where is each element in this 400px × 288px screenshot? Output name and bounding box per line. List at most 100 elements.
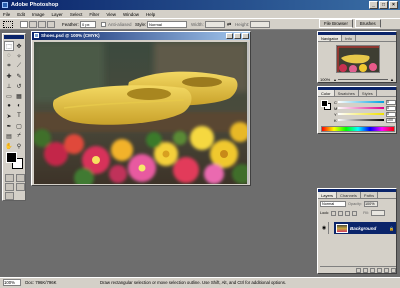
doc-minimize-button[interactable] (226, 33, 233, 39)
navigator-thumbnail[interactable] (336, 45, 380, 73)
doc-close-button[interactable] (242, 33, 249, 39)
blend-mode-select[interactable]: Normal (320, 201, 346, 207)
swap-dimensions-icon[interactable]: ⇄ (227, 22, 231, 28)
dodge-tool-icon[interactable]: ◐ (14, 101, 24, 111)
menu-view[interactable]: View (106, 12, 116, 17)
jump-to-imageready-button[interactable] (5, 192, 14, 200)
move-tool-icon[interactable]: ✥ (14, 41, 24, 51)
new-selection-icon[interactable] (20, 21, 28, 28)
layer-mask-button[interactable] (363, 268, 368, 273)
tab-paths[interactable]: Paths (361, 192, 379, 198)
shape-tool-icon[interactable]: ▢ (14, 121, 24, 131)
tab-info[interactable]: Info (342, 35, 356, 41)
eraser-tool-icon[interactable]: ▭ (4, 91, 14, 101)
eyedropper-tool-icon[interactable]: ⌿ (14, 131, 24, 141)
new-set-button[interactable] (370, 268, 375, 273)
standard-mode-button[interactable] (5, 174, 14, 182)
menu-file[interactable]: File (3, 12, 10, 17)
tab-brushes[interactable]: Brushes (354, 19, 381, 28)
lock-all-icon[interactable] (352, 210, 358, 216)
zoom-out-icon[interactable]: ▴ (334, 77, 336, 82)
status-zoom[interactable]: 100% (3, 279, 21, 287)
tab-swatches[interactable]: Swatches (335, 90, 359, 96)
feather-input[interactable]: 0 px (80, 21, 96, 28)
document-canvas[interactable] (34, 42, 248, 184)
menu-image[interactable]: Image (32, 12, 45, 17)
tab-styles[interactable]: Styles (359, 90, 377, 96)
quick-mask-button[interactable] (16, 174, 25, 182)
opacity-input[interactable]: 100% (363, 201, 378, 207)
lock-position-icon[interactable] (345, 210, 351, 216)
status-doc-size[interactable]: Doc: 796K/796K (25, 278, 56, 288)
menu-window[interactable]: Window (123, 12, 139, 17)
fill-input[interactable] (370, 210, 385, 216)
width-input[interactable] (205, 21, 225, 28)
channel-k-slider[interactable] (338, 119, 384, 121)
gradient-tool-icon[interactable]: ▦ (14, 91, 24, 101)
intersect-selection-icon[interactable] (47, 21, 55, 28)
delete-layer-button[interactable] (391, 268, 396, 273)
blur-tool-icon[interactable]: ● (4, 101, 14, 111)
style-select[interactable]: Normal (147, 21, 187, 28)
menu-filter[interactable]: Filter (89, 12, 99, 17)
add-selection-icon[interactable] (29, 21, 37, 28)
history-brush-tool-icon[interactable]: ↺ (14, 81, 24, 91)
menu-help[interactable]: Help (146, 12, 155, 17)
new-layer-button[interactable] (384, 268, 389, 273)
color-foreground-swatch[interactable] (321, 100, 328, 107)
marquee-tool-preset-icon[interactable] (3, 21, 13, 28)
color-ramp[interactable] (321, 126, 395, 132)
slice-tool-icon[interactable]: ⟋ (14, 61, 24, 71)
layer-visibility-eye-icon[interactable]: ◉ (320, 222, 328, 234)
brush-tool-icon[interactable]: ✎ (14, 71, 24, 81)
tab-navigator[interactable]: Navigator (318, 35, 343, 41)
layer-row-background[interactable]: ◉ Background 🔒 (320, 222, 396, 234)
channel-m-slider[interactable] (338, 107, 384, 109)
type-tool-icon[interactable]: T (14, 111, 24, 121)
close-button[interactable]: × (389, 1, 398, 9)
navigator-zoom-value[interactable]: 100% (320, 77, 332, 82)
tab-layers[interactable]: Layers (318, 192, 338, 198)
pen-tool-icon[interactable]: ✒ (4, 121, 14, 131)
tab-file-browser[interactable]: File Browser (319, 19, 353, 28)
menu-edit[interactable]: Edit (17, 12, 25, 17)
document-titlebar[interactable]: Shoes.psd @ 100% (CMYK) (32, 32, 250, 40)
tab-color[interactable]: Color (318, 90, 335, 96)
lasso-tool-icon[interactable]: ◌ (4, 51, 14, 61)
notes-tool-icon[interactable]: ▤ (4, 131, 14, 141)
lock-transparency-icon[interactable] (331, 210, 337, 216)
subtract-selection-icon[interactable] (38, 21, 46, 28)
crop-tool-icon[interactable]: ⌗ (4, 61, 14, 71)
lock-pixels-icon[interactable] (338, 210, 344, 216)
channel-y-value[interactable]: 0 (386, 111, 396, 117)
zoom-in-icon[interactable]: ▲ (390, 77, 394, 82)
foreground-color-swatch[interactable] (6, 152, 17, 163)
marquee-tool-icon[interactable]: ⬚ (4, 41, 14, 51)
menu-select[interactable]: Select (70, 12, 83, 17)
hand-tool-icon[interactable]: ✋ (4, 141, 14, 151)
doc-maximize-button[interactable] (234, 33, 241, 39)
menu-layer[interactable]: Layer (52, 12, 63, 17)
minimize-button[interactable]: _ (369, 1, 378, 9)
tab-channels[interactable]: Channels (337, 192, 361, 198)
navigator-zoom-slider[interactable] (338, 78, 389, 80)
channel-c-value[interactable]: 0 (386, 99, 396, 105)
magic-wand-tool-icon[interactable]: ✧ (14, 51, 24, 61)
screen-mode-full-button[interactable] (16, 183, 25, 191)
channel-k-value[interactable]: 100 (386, 117, 396, 123)
maximize-button[interactable]: □ (379, 1, 388, 9)
zoom-tool-icon[interactable]: ⚲ (14, 141, 24, 151)
adjustment-layer-button[interactable] (377, 268, 382, 273)
antialiased-checkbox[interactable] (101, 22, 106, 27)
healing-brush-tool-icon[interactable]: ✚ (4, 71, 14, 81)
path-selection-tool-icon[interactable]: ➤ (4, 111, 14, 121)
channel-c-slider[interactable] (338, 101, 384, 103)
height-input[interactable] (250, 21, 270, 28)
toolbox-grip[interactable] (4, 35, 24, 39)
layer-style-button[interactable] (356, 268, 361, 273)
channel-m-value[interactable]: 0 (386, 105, 396, 111)
screen-mode-standard-button[interactable] (5, 183, 14, 191)
layer-link-cell[interactable] (328, 222, 334, 234)
clone-stamp-tool-icon[interactable]: ⊥ (4, 81, 14, 91)
channel-y-slider[interactable] (338, 113, 384, 115)
